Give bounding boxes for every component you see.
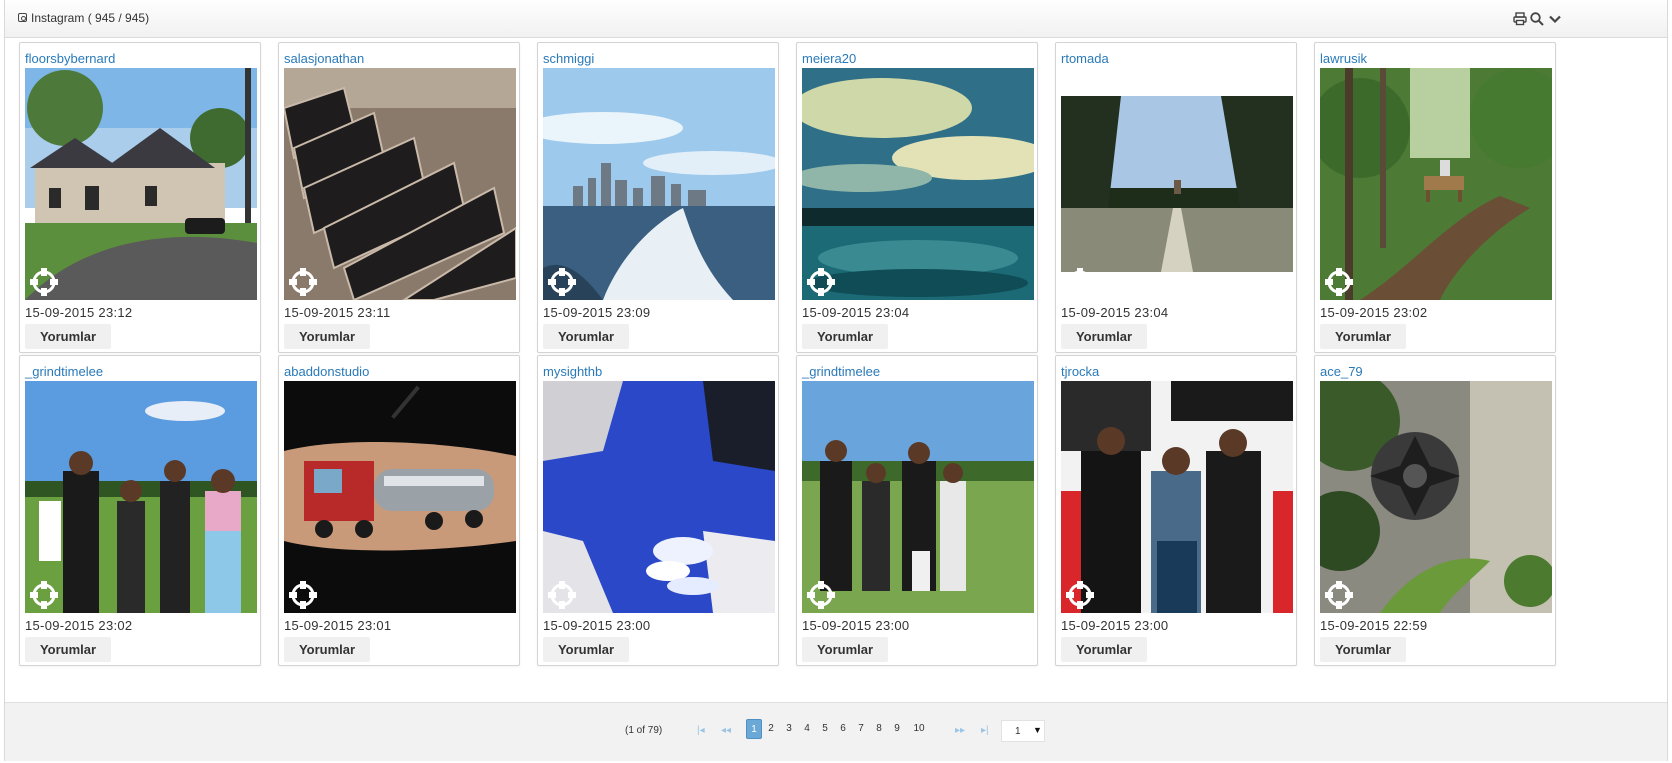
page-link[interactable]: 6 xyxy=(835,719,851,739)
post-username[interactable]: _grindtimelee xyxy=(25,364,103,379)
select-target-icon[interactable] xyxy=(289,268,317,296)
comments-button[interactable]: Yorumlar xyxy=(543,324,629,349)
post-photo[interactable] xyxy=(25,68,257,300)
post-card: salasjonathan 15-09-2015 23:11 Yorumlar xyxy=(278,42,520,353)
post-username[interactable]: abaddonstudio xyxy=(284,364,369,379)
comments-button[interactable]: Yorumlar xyxy=(802,324,888,349)
post-time: 15-09-2015 23:00 xyxy=(543,618,651,633)
select-target-icon[interactable] xyxy=(548,268,576,296)
post-card: meiera20 15-09-2015 23:04 Yorumlar xyxy=(796,42,1038,353)
post-time: 15-09-2015 23:00 xyxy=(1061,618,1169,633)
comments-button[interactable]: Yorumlar xyxy=(543,637,629,662)
post-time: 15-09-2015 23:00 xyxy=(802,618,910,633)
select-target-icon[interactable] xyxy=(807,268,835,296)
post-username[interactable]: tjrocka xyxy=(1061,364,1099,379)
select-target-icon[interactable] xyxy=(1066,268,1094,296)
post-photo[interactable] xyxy=(284,68,516,300)
page-link[interactable]: 10 xyxy=(909,719,929,739)
post-card: lawrusik 15-09-2015 23:02 Yorumlar xyxy=(1314,42,1556,353)
post-photo[interactable] xyxy=(543,381,775,613)
comments-button[interactable]: Yorumlar xyxy=(1061,637,1147,662)
page-link[interactable]: 2 xyxy=(763,719,779,739)
post-card: mysighthb 15-09-2015 23:00 Yorumlar xyxy=(537,355,779,666)
chevron-down-icon[interactable] xyxy=(1547,11,1563,27)
panel-title: Instagram ( 945 / 945) xyxy=(31,11,150,25)
post-card: schmiggi 15-09-2015 23:09 Yorumlar xyxy=(537,42,779,353)
comments-button[interactable]: Yorumlar xyxy=(1061,324,1147,349)
post-time: 15-09-2015 22:59 xyxy=(1320,618,1428,633)
page-link[interactable]: 8 xyxy=(871,719,887,739)
page-link[interactable]: 5 xyxy=(817,719,833,739)
comments-button[interactable]: Yorumlar xyxy=(284,324,370,349)
post-username[interactable]: meiera20 xyxy=(802,51,856,66)
post-time: 15-09-2015 23:12 xyxy=(25,305,133,320)
post-username[interactable]: ace_79 xyxy=(1320,364,1363,379)
post-username[interactable]: salasjonathan xyxy=(284,51,364,66)
page-link[interactable]: 9 xyxy=(889,719,905,739)
post-card: _grindtimelee xyxy=(19,355,261,666)
post-time: 15-09-2015 23:01 xyxy=(284,618,392,633)
post-username[interactable]: schmiggi xyxy=(543,51,594,66)
page-link[interactable]: 3 xyxy=(781,719,797,739)
select-target-icon[interactable] xyxy=(1066,581,1094,609)
comments-button[interactable]: Yorumlar xyxy=(25,324,111,349)
post-photo[interactable] xyxy=(284,381,516,613)
first-page-button[interactable]: |◂ xyxy=(697,725,705,736)
comments-button[interactable]: Yorumlar xyxy=(284,637,370,662)
post-username[interactable]: rtomada xyxy=(1061,51,1109,66)
post-time: 15-09-2015 23:11 xyxy=(284,305,391,320)
post-time: 15-09-2015 23:04 xyxy=(802,305,910,320)
comments-button[interactable]: Yorumlar xyxy=(1320,637,1406,662)
select-target-icon[interactable] xyxy=(30,581,58,609)
post-time: 15-09-2015 23:04 xyxy=(1061,305,1169,320)
post-card: rtomada 15-09-2015 23:04 Yorumlar xyxy=(1055,42,1297,353)
post-card: tjrocka 15-09-2015 23:00 Yorumlar xyxy=(1055,355,1297,666)
print-icon[interactable] xyxy=(1512,11,1528,27)
comments-button[interactable]: Yorumlar xyxy=(25,637,111,662)
prev-page-button[interactable]: ◂◂ xyxy=(721,725,731,736)
post-photo[interactable] xyxy=(802,381,1034,613)
instagram-icon xyxy=(18,13,27,22)
post-photo[interactable] xyxy=(1061,381,1293,613)
select-target-icon[interactable] xyxy=(1325,581,1353,609)
post-time: 15-09-2015 23:02 xyxy=(25,618,133,633)
post-time: 15-09-2015 23:09 xyxy=(543,305,651,320)
post-username[interactable]: floorsbybernard xyxy=(25,51,115,66)
post-card: abaddonstudio 15-09-2015 23:01 Yorumlar xyxy=(278,355,520,666)
page-select[interactable]: 1 ▼ xyxy=(1001,720,1045,742)
post-photo[interactable] xyxy=(802,68,1034,300)
post-time: 15-09-2015 23:02 xyxy=(1320,305,1428,320)
comments-button[interactable]: Yorumlar xyxy=(802,637,888,662)
select-target-icon[interactable] xyxy=(30,268,58,296)
post-username[interactable]: _grindtimelee xyxy=(802,364,880,379)
photo-grid: floorsbybernard 15-09-2015 23:12 Yorumla… xyxy=(5,38,1667,702)
post-card: floorsbybernard 15-09-2015 23:12 Yorumla… xyxy=(19,42,261,353)
dropdown-arrow-icon: ▼ xyxy=(1033,725,1042,735)
page-link[interactable]: 7 xyxy=(853,719,869,739)
instagram-panel: Instagram ( 945 / 945) floorsbybernard 1… xyxy=(4,0,1668,761)
paginator: (1 of 79) |◂ ◂◂ 1 2 3 4 5 6 7 8 9 10 ▸▸ … xyxy=(5,702,1667,761)
post-photo[interactable] xyxy=(1320,381,1552,613)
select-target-icon[interactable] xyxy=(289,581,317,609)
page-info: (1 of 79) xyxy=(625,725,663,736)
post-username[interactable]: lawrusik xyxy=(1320,51,1367,66)
last-page-button[interactable]: ▸| xyxy=(981,725,989,736)
select-target-icon[interactable] xyxy=(1325,268,1353,296)
post-photo[interactable] xyxy=(1061,68,1293,300)
comments-button[interactable]: Yorumlar xyxy=(1320,324,1406,349)
post-photo[interactable] xyxy=(25,381,257,613)
select-target-icon[interactable] xyxy=(807,581,835,609)
post-photo[interactable] xyxy=(543,68,775,300)
select-target-icon[interactable] xyxy=(548,581,576,609)
next-page-button[interactable]: ▸▸ xyxy=(955,725,965,736)
post-photo[interactable] xyxy=(1320,68,1552,300)
page-select-value: 1 xyxy=(1015,726,1021,737)
post-card: ace_79 15-09-2015 22:59 Yorumlar xyxy=(1314,355,1556,666)
page-link[interactable]: 1 xyxy=(746,719,762,739)
post-card: _grindtimelee xyxy=(796,355,1038,666)
page-link[interactable]: 4 xyxy=(799,719,815,739)
panel-header: Instagram ( 945 / 945) xyxy=(5,0,1667,38)
post-username[interactable]: mysighthb xyxy=(543,364,602,379)
search-icon[interactable] xyxy=(1529,11,1545,27)
